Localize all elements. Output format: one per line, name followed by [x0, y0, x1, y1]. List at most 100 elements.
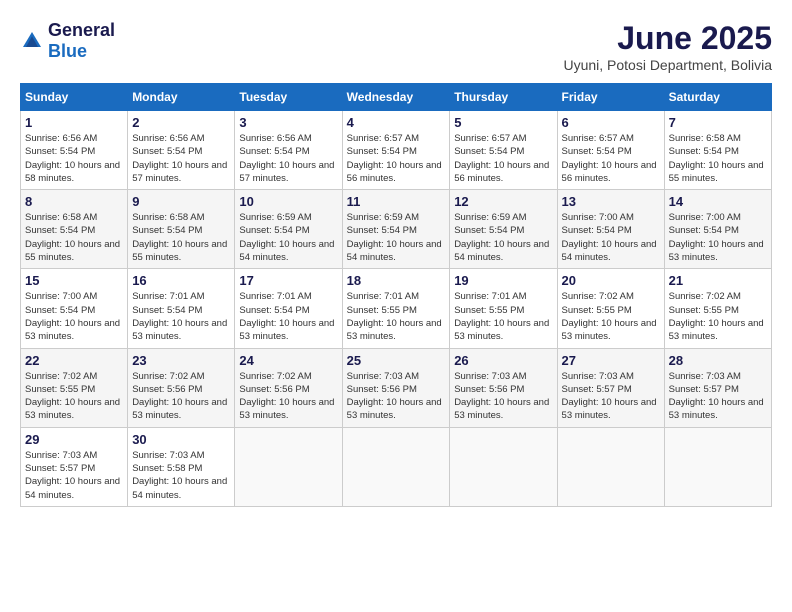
- day-info: Sunrise: 7:03 AM Sunset: 5:57 PM Dayligh…: [562, 370, 660, 423]
- table-row: 2 Sunrise: 6:56 AM Sunset: 5:54 PM Dayli…: [128, 111, 235, 190]
- logo-general-text: General: [48, 20, 115, 40]
- day-info: Sunrise: 6:57 AM Sunset: 5:54 PM Dayligh…: [454, 132, 552, 185]
- day-info: Sunrise: 7:03 AM Sunset: 5:56 PM Dayligh…: [347, 370, 446, 423]
- day-info: Sunrise: 6:58 AM Sunset: 5:54 PM Dayligh…: [132, 211, 230, 264]
- day-number: 25: [347, 353, 446, 368]
- calendar-header-row: Sunday Monday Tuesday Wednesday Thursday…: [21, 84, 772, 111]
- table-row: 12 Sunrise: 6:59 AM Sunset: 5:54 PM Dayl…: [450, 190, 557, 269]
- table-row: 11 Sunrise: 6:59 AM Sunset: 5:54 PM Dayl…: [342, 190, 450, 269]
- day-number: 7: [669, 115, 767, 130]
- day-number: 18: [347, 273, 446, 288]
- day-info: Sunrise: 7:01 AM Sunset: 5:54 PM Dayligh…: [132, 290, 230, 343]
- table-row: 21 Sunrise: 7:02 AM Sunset: 5:55 PM Dayl…: [664, 269, 771, 348]
- table-row: 26 Sunrise: 7:03 AM Sunset: 5:56 PM Dayl…: [450, 348, 557, 427]
- calendar-week-row: 8 Sunrise: 6:58 AM Sunset: 5:54 PM Dayli…: [21, 190, 772, 269]
- day-info: Sunrise: 7:00 AM Sunset: 5:54 PM Dayligh…: [669, 211, 767, 264]
- table-row: 18 Sunrise: 7:01 AM Sunset: 5:55 PM Dayl…: [342, 269, 450, 348]
- table-row: [664, 427, 771, 506]
- day-number: 28: [669, 353, 767, 368]
- day-info: Sunrise: 7:01 AM Sunset: 5:54 PM Dayligh…: [239, 290, 337, 343]
- day-number: 8: [25, 194, 123, 209]
- day-info: Sunrise: 7:00 AM Sunset: 5:54 PM Dayligh…: [25, 290, 123, 343]
- table-row: 5 Sunrise: 6:57 AM Sunset: 5:54 PM Dayli…: [450, 111, 557, 190]
- day-info: Sunrise: 7:01 AM Sunset: 5:55 PM Dayligh…: [454, 290, 552, 343]
- title-section: June 2025 Uyuni, Potosi Department, Boli…: [563, 20, 772, 73]
- header-friday: Friday: [557, 84, 664, 111]
- day-info: Sunrise: 6:56 AM Sunset: 5:54 PM Dayligh…: [132, 132, 230, 185]
- logo-blue-text: Blue: [48, 41, 87, 61]
- day-info: Sunrise: 6:57 AM Sunset: 5:54 PM Dayligh…: [347, 132, 446, 185]
- day-info: Sunrise: 6:59 AM Sunset: 5:54 PM Dayligh…: [347, 211, 446, 264]
- day-number: 3: [239, 115, 337, 130]
- day-number: 16: [132, 273, 230, 288]
- table-row: 9 Sunrise: 6:58 AM Sunset: 5:54 PM Dayli…: [128, 190, 235, 269]
- table-row: 13 Sunrise: 7:00 AM Sunset: 5:54 PM Dayl…: [557, 190, 664, 269]
- logo-icon: [20, 29, 44, 53]
- day-info: Sunrise: 7:02 AM Sunset: 5:55 PM Dayligh…: [25, 370, 123, 423]
- table-row: 7 Sunrise: 6:58 AM Sunset: 5:54 PM Dayli…: [664, 111, 771, 190]
- day-number: 17: [239, 273, 337, 288]
- day-info: Sunrise: 6:58 AM Sunset: 5:54 PM Dayligh…: [669, 132, 767, 185]
- table-row: [235, 427, 342, 506]
- day-number: 14: [669, 194, 767, 209]
- day-number: 20: [562, 273, 660, 288]
- day-number: 19: [454, 273, 552, 288]
- table-row: [450, 427, 557, 506]
- table-row: 15 Sunrise: 7:00 AM Sunset: 5:54 PM Dayl…: [21, 269, 128, 348]
- day-number: 15: [25, 273, 123, 288]
- table-row: 8 Sunrise: 6:58 AM Sunset: 5:54 PM Dayli…: [21, 190, 128, 269]
- day-number: 24: [239, 353, 337, 368]
- day-info: Sunrise: 7:03 AM Sunset: 5:57 PM Dayligh…: [25, 449, 123, 502]
- day-info: Sunrise: 7:02 AM Sunset: 5:56 PM Dayligh…: [132, 370, 230, 423]
- day-info: Sunrise: 7:00 AM Sunset: 5:54 PM Dayligh…: [562, 211, 660, 264]
- table-row: 17 Sunrise: 7:01 AM Sunset: 5:54 PM Dayl…: [235, 269, 342, 348]
- calendar-week-row: 15 Sunrise: 7:00 AM Sunset: 5:54 PM Dayl…: [21, 269, 772, 348]
- day-info: Sunrise: 7:02 AM Sunset: 5:56 PM Dayligh…: [239, 370, 337, 423]
- header-monday: Monday: [128, 84, 235, 111]
- table-row: [557, 427, 664, 506]
- calendar-week-row: 22 Sunrise: 7:02 AM Sunset: 5:55 PM Dayl…: [21, 348, 772, 427]
- calendar-week-row: 29 Sunrise: 7:03 AM Sunset: 5:57 PM Dayl…: [21, 427, 772, 506]
- day-info: Sunrise: 7:03 AM Sunset: 5:56 PM Dayligh…: [454, 370, 552, 423]
- day-number: 23: [132, 353, 230, 368]
- day-info: Sunrise: 6:57 AM Sunset: 5:54 PM Dayligh…: [562, 132, 660, 185]
- day-number: 4: [347, 115, 446, 130]
- day-info: Sunrise: 6:59 AM Sunset: 5:54 PM Dayligh…: [454, 211, 552, 264]
- table-row: 30 Sunrise: 7:03 AM Sunset: 5:58 PM Dayl…: [128, 427, 235, 506]
- table-row: [342, 427, 450, 506]
- day-number: 12: [454, 194, 552, 209]
- day-number: 9: [132, 194, 230, 209]
- day-number: 5: [454, 115, 552, 130]
- day-number: 22: [25, 353, 123, 368]
- day-number: 27: [562, 353, 660, 368]
- header-sunday: Sunday: [21, 84, 128, 111]
- day-info: Sunrise: 7:03 AM Sunset: 5:58 PM Dayligh…: [132, 449, 230, 502]
- day-info: Sunrise: 7:02 AM Sunset: 5:55 PM Dayligh…: [669, 290, 767, 343]
- table-row: 22 Sunrise: 7:02 AM Sunset: 5:55 PM Dayl…: [21, 348, 128, 427]
- calendar-table: Sunday Monday Tuesday Wednesday Thursday…: [20, 83, 772, 507]
- header-wednesday: Wednesday: [342, 84, 450, 111]
- table-row: 10 Sunrise: 6:59 AM Sunset: 5:54 PM Dayl…: [235, 190, 342, 269]
- day-number: 11: [347, 194, 446, 209]
- day-info: Sunrise: 7:01 AM Sunset: 5:55 PM Dayligh…: [347, 290, 446, 343]
- table-row: 14 Sunrise: 7:00 AM Sunset: 5:54 PM Dayl…: [664, 190, 771, 269]
- table-row: 27 Sunrise: 7:03 AM Sunset: 5:57 PM Dayl…: [557, 348, 664, 427]
- day-number: 30: [132, 432, 230, 447]
- table-row: 29 Sunrise: 7:03 AM Sunset: 5:57 PM Dayl…: [21, 427, 128, 506]
- logo: General Blue: [20, 20, 115, 62]
- day-number: 6: [562, 115, 660, 130]
- day-info: Sunrise: 6:56 AM Sunset: 5:54 PM Dayligh…: [239, 132, 337, 185]
- day-number: 29: [25, 432, 123, 447]
- table-row: 28 Sunrise: 7:03 AM Sunset: 5:57 PM Dayl…: [664, 348, 771, 427]
- location-title: Uyuni, Potosi Department, Bolivia: [563, 57, 772, 73]
- header: General Blue June 2025 Uyuni, Potosi Dep…: [20, 20, 772, 73]
- day-info: Sunrise: 6:58 AM Sunset: 5:54 PM Dayligh…: [25, 211, 123, 264]
- day-info: Sunrise: 6:56 AM Sunset: 5:54 PM Dayligh…: [25, 132, 123, 185]
- table-row: 3 Sunrise: 6:56 AM Sunset: 5:54 PM Dayli…: [235, 111, 342, 190]
- table-row: 19 Sunrise: 7:01 AM Sunset: 5:55 PM Dayl…: [450, 269, 557, 348]
- day-number: 1: [25, 115, 123, 130]
- day-info: Sunrise: 7:03 AM Sunset: 5:57 PM Dayligh…: [669, 370, 767, 423]
- header-tuesday: Tuesday: [235, 84, 342, 111]
- day-number: 26: [454, 353, 552, 368]
- day-number: 21: [669, 273, 767, 288]
